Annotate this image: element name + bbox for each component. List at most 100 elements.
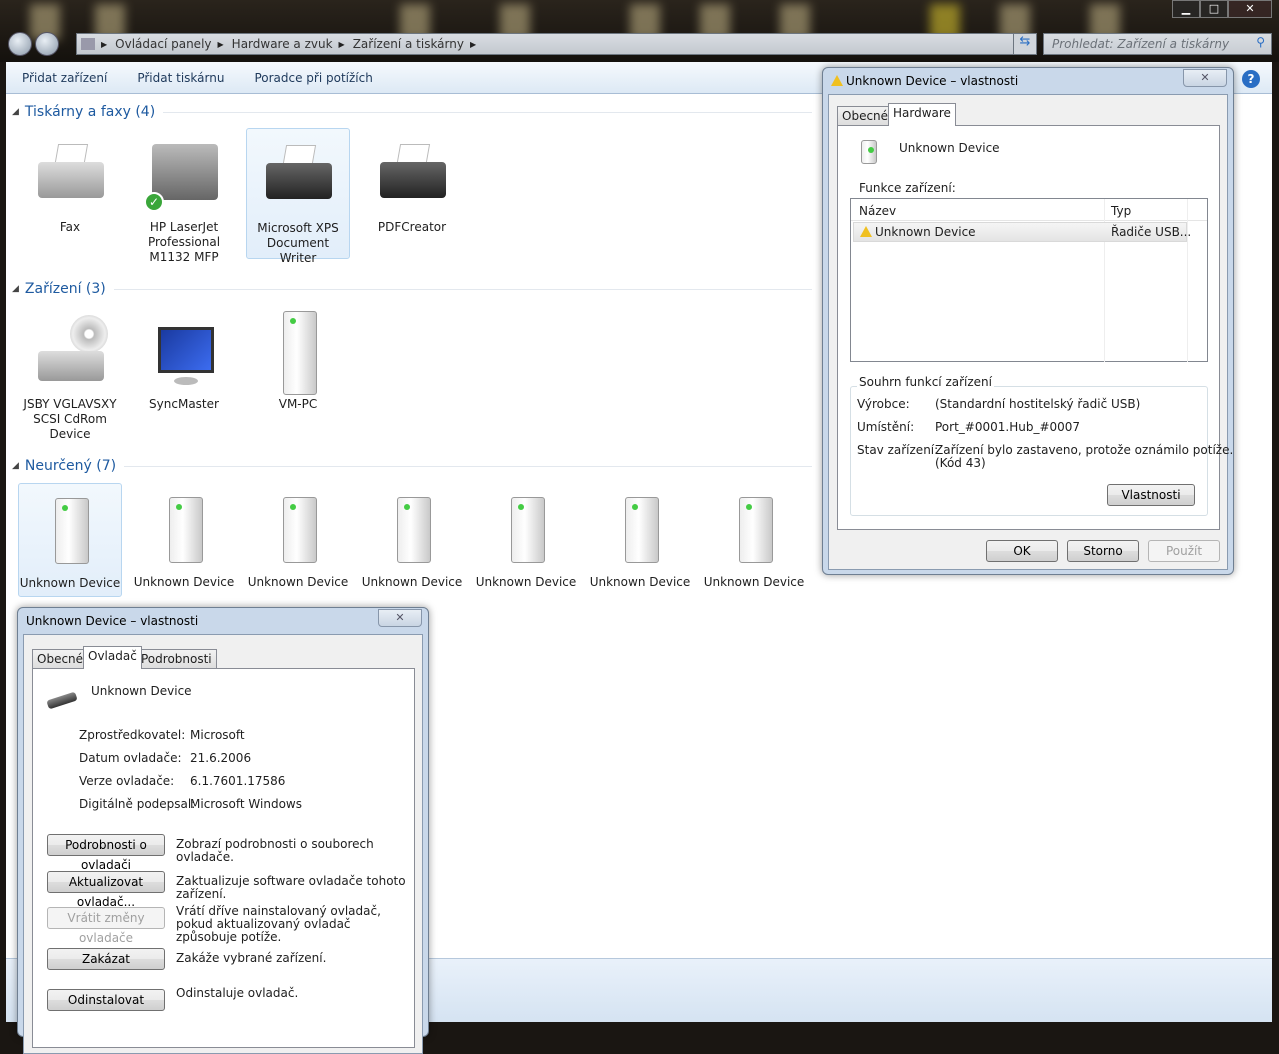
device-unknown[interactable]: Unknown Device: [360, 483, 464, 590]
field-label: Verze ovladače:: [79, 774, 175, 788]
driver-action-button[interactable]: Podrobnosti o ovladači: [47, 834, 165, 872]
device-label: Unknown Device: [133, 575, 235, 589]
close-button[interactable]: ✕: [1228, 0, 1272, 18]
add-printer-button[interactable]: Přidat tiskárnu: [137, 71, 224, 85]
close-icon[interactable]: ✕: [378, 609, 422, 627]
device-pdfcreator[interactable]: PDFCreator: [360, 128, 464, 235]
default-check-icon: ✓: [144, 192, 164, 212]
device-unknown[interactable]: Unknown Device: [474, 483, 578, 590]
field-value: Microsoft Windows: [190, 797, 302, 811]
monitor-icon: [144, 311, 224, 393]
summary-label: Souhrn funkcí zařízení: [857, 375, 994, 389]
computer-icon: [258, 311, 338, 395]
device-tower-icon: [258, 489, 338, 571]
device-unknown[interactable]: Unknown Device: [702, 483, 806, 590]
field-label: Digitálně podepsal:: [79, 797, 196, 811]
help-icon[interactable]: ?: [1242, 70, 1260, 88]
field-label: Datum ovladače:: [79, 751, 182, 765]
back-button[interactable]: [8, 32, 32, 56]
maximize-button[interactable]: □: [1200, 0, 1228, 18]
dialog-title: Unknown Device – vlastnosti: [846, 74, 1019, 88]
device-vm-pc[interactable]: VM-PC: [246, 305, 350, 412]
search-icon: ⚲: [1256, 35, 1265, 49]
device-unknown[interactable]: Unknown Device: [246, 483, 350, 590]
column-header-type[interactable]: Typ: [1111, 204, 1131, 218]
driver-action-button[interactable]: Odinstalovat: [47, 989, 165, 1011]
device-label: HP LaserJet Professional M1132 MFP: [147, 220, 221, 264]
functions-list[interactable]: Název Typ Unknown Device Řadiče USB...: [850, 198, 1208, 362]
minimize-button[interactable]: ▁: [1172, 0, 1200, 18]
device-label: Unknown Device: [589, 575, 691, 589]
status-code: (Kód 43): [935, 456, 986, 470]
warning-icon: [860, 226, 872, 237]
device-label: Microsoft XPS Document Writer: [257, 221, 339, 265]
chevron-right-icon: ▶: [217, 39, 224, 49]
device-label: Fax: [59, 220, 81, 234]
group-devices[interactable]: ◢ Zařízení (3): [12, 281, 812, 297]
add-device-button[interactable]: Přidat zařízení: [22, 71, 107, 85]
device-syncmaster[interactable]: SyncMaster: [132, 305, 236, 412]
search-input[interactable]: Prohledat: Zařízení a tiskárny ⚲: [1043, 33, 1272, 55]
device-unknown[interactable]: Unknown Device: [18, 483, 122, 597]
address-bar[interactable]: ▶ Ovládací panely ▶ Hardware a zvuk ▶ Zaříz…: [76, 33, 1036, 55]
device-label: Unknown Device: [247, 575, 349, 589]
refresh-icon[interactable]: ⇆: [1013, 33, 1037, 55]
forward-button[interactable]: [35, 32, 59, 56]
column-header-name[interactable]: Název: [859, 204, 896, 218]
table-row[interactable]: Unknown Device Řadiče USB...: [853, 222, 1191, 242]
device-label: VM-PC: [278, 397, 318, 411]
tab-general[interactable]: Obecné: [32, 649, 89, 669]
breadcrumb-item[interactable]: Ovládací panely: [115, 37, 211, 51]
properties-button[interactable]: Vlastnosti: [1107, 484, 1195, 506]
tab-hardware[interactable]: Hardware: [888, 103, 956, 126]
ok-button[interactable]: OK: [986, 540, 1058, 562]
field-value: 6.1.7601.17586: [190, 774, 286, 788]
driver-action-button[interactable]: Zakázat: [47, 948, 165, 970]
manufacturer-value: (Standardní hostitelský řadič USB): [935, 397, 1141, 411]
collapse-icon[interactable]: ◢: [12, 107, 19, 117]
printer-icon: [372, 134, 452, 216]
control-panel-icon: [81, 38, 95, 50]
group-printers[interactable]: ◢ Tiskárny a faxy (4): [12, 104, 812, 120]
tab-details[interactable]: Podrobnosti: [136, 649, 217, 669]
device-unknown[interactable]: Unknown Device: [132, 483, 236, 590]
device-tower-icon: [30, 490, 110, 572]
driver-action-description: Vrátí dříve nainstalovaný ovladač, pokud…: [176, 904, 381, 944]
tab-driver[interactable]: Ovladač: [83, 646, 142, 669]
driver-action-description: Zobrazí podrobnosti o souborech ovladače…: [176, 837, 374, 864]
apply-button[interactable]: Použít: [1148, 540, 1220, 562]
group-title: Zařízení (3): [24, 281, 106, 297]
device-label: Unknown Device: [475, 575, 577, 589]
collapse-icon[interactable]: ◢: [12, 284, 19, 294]
properties-dialog-driver: Unknown Device – vlastnosti ✕ Obecné Ovl…: [17, 607, 429, 1054]
device-xps-writer[interactable]: Microsoft XPS Document Writer: [246, 128, 350, 265]
breadcrumb-item[interactable]: Zařízení a tiskárny: [353, 37, 464, 51]
device-cdrom[interactable]: JSBY VGLAVSXY SCSI CdRom Device: [18, 305, 122, 442]
field-value: Microsoft: [190, 728, 245, 742]
breadcrumb-item[interactable]: Hardware a zvuk: [232, 37, 333, 51]
cancel-button[interactable]: Storno: [1067, 540, 1139, 562]
fax-icon: [30, 134, 110, 216]
chevron-right-icon: ▶: [469, 39, 477, 49]
driver-action-description: Odinstaluje ovladač.: [176, 986, 299, 1000]
driver-action-button[interactable]: Aktualizovat ovladač...: [47, 871, 165, 909]
device-tower-icon: [144, 489, 224, 571]
device-unknown[interactable]: Unknown Device: [588, 483, 692, 590]
chevron-right-icon: ▶: [101, 39, 108, 49]
troubleshoot-button[interactable]: Poradce při potížích: [254, 71, 372, 85]
row-name: Unknown Device: [875, 225, 976, 239]
device-tower-icon: [486, 489, 566, 571]
collapse-icon[interactable]: ◢: [12, 461, 19, 471]
device-hp-laserjet[interactable]: ✓ HP LaserJet Professional M1132 MFP: [132, 128, 236, 265]
location-value: Port_#0001.Hub_#0007: [935, 420, 1081, 434]
group-unspecified[interactable]: ◢ Neurčený (7): [12, 458, 812, 474]
tab-general[interactable]: Obecné: [837, 106, 894, 126]
driver-action-button[interactable]: Vrátit změny ovladače: [47, 907, 165, 945]
cdrom-icon: [30, 311, 110, 393]
close-icon[interactable]: ✕: [1183, 69, 1227, 87]
device-tower-icon: [372, 489, 452, 571]
row-type: Řadiče USB...: [1111, 225, 1192, 239]
device-fax[interactable]: Fax: [18, 128, 122, 235]
printer-icon: [258, 135, 338, 217]
device-tower-icon: [600, 489, 680, 571]
